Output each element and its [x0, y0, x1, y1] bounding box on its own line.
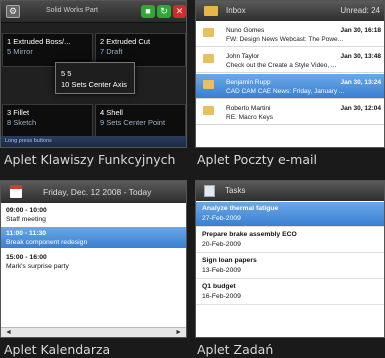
- key-number: 5: [7, 47, 12, 56]
- key-label: 5: [67, 69, 72, 78]
- mail-item-icon: [203, 54, 214, 63]
- calendar-caption: Aplet Kalendarza: [4, 342, 111, 357]
- task-name: Analyze thermal fatigue: [202, 205, 279, 212]
- function-keys-screen: ⚙ Solid Works Part ■ ↻ ✕ 1 Extruded Boss…: [0, 0, 187, 148]
- event-time: 11:00 - 11:30: [6, 230, 47, 237]
- tasks-title: Tasks: [225, 186, 246, 195]
- task-name: Sign loan papers: [202, 257, 257, 264]
- key-label: Sets Center Point: [106, 118, 166, 127]
- key-number: 9: [100, 118, 105, 127]
- key-label: Shell: [106, 108, 123, 117]
- function-key-4[interactable]: 4 Shell 9 Sets Center Point: [95, 104, 186, 137]
- tasks-header: Tasks: [196, 181, 384, 201]
- task-item[interactable]: Sign loan papers 13-Feb-2009: [196, 254, 384, 279]
- arrow-right-icon[interactable]: ►: [175, 329, 182, 336]
- mail-item-icon: [203, 106, 214, 115]
- mail-subject: CAD CAM CAE News: Friday, January ...: [226, 88, 345, 95]
- mail-date: Jan 30, 12:04: [340, 105, 381, 112]
- calendar-applet: Friday, Dec. 12 2008 - Today 09:00 - 10:…: [0, 180, 188, 358]
- key-number: 7: [100, 47, 105, 56]
- key-label: Sketch: [13, 118, 37, 127]
- calendar-event[interactable]: 15:00 - 16:00 Mark's surprise party: [1, 251, 186, 272]
- mail-row[interactable]: John Taylor Jan 30, 13:48 Check out the …: [196, 48, 384, 73]
- mail-date: Jan 30, 16:18: [340, 27, 381, 34]
- key-number: 4: [100, 108, 105, 117]
- mail-title: Inbox: [226, 6, 246, 15]
- function-keys-applet: ⚙ Solid Works Part ■ ↻ ✕ 1 Extruded Boss…: [0, 0, 188, 175]
- key-label: Mirror: [13, 47, 33, 56]
- mail-from: Nuno Gomes: [226, 27, 265, 34]
- envelope-icon: [204, 6, 218, 16]
- event-time: 15:00 - 16:00: [6, 254, 47, 261]
- key-number: 1: [7, 37, 12, 46]
- mail-caption: Aplet Poczty e-mail: [197, 152, 317, 167]
- calendar-screen: Friday, Dec. 12 2008 - Today 09:00 - 10:…: [0, 180, 187, 338]
- tasks-screen: Tasks Analyze thermal fatigue 27-Feb-200…: [195, 180, 385, 338]
- calendar-scrollbar[interactable]: ◄ ►: [1, 327, 186, 337]
- task-item-selected[interactable]: Analyze thermal fatigue 27-Feb-2009: [196, 202, 384, 227]
- function-keys-title: Solid Works Part: [46, 7, 98, 14]
- mail-row[interactable]: Nuno Gomes Jan 30, 16:18 FW: Design News…: [196, 22, 384, 47]
- mail-subject: Check out the Create a Style Video, ...: [226, 62, 337, 69]
- mail-from: John Taylor: [226, 53, 260, 60]
- task-date: 16-Feb-2009: [202, 293, 241, 300]
- calendar-icon: [10, 185, 22, 198]
- event-title: Mark's surprise party: [6, 263, 69, 270]
- key-number: 8: [7, 118, 12, 127]
- mail-subject: RE: Macro Keys: [226, 114, 273, 121]
- mail-screen: Inbox Unread: 24 Nuno Gomes Jan 30, 16:1…: [195, 0, 385, 148]
- calendar-title: Friday, Dec. 12 2008 - Today: [43, 187, 152, 197]
- tasks-applet: Tasks Analyze thermal fatigue 27-Feb-200…: [195, 180, 385, 358]
- event-title: Staff meeting: [6, 216, 46, 223]
- app-icon: ⚙: [6, 5, 20, 18]
- key-label: Sets Center Axis: [71, 80, 127, 89]
- function-keys-header: ⚙ Solid Works Part ■ ↻ ✕: [1, 1, 186, 23]
- function-keys-caption: Aplet Klawiszy Funkcyjnych: [4, 152, 176, 167]
- unread-count: Unread: 24: [340, 6, 380, 15]
- function-keys-footer: Long press buttons: [1, 136, 186, 147]
- key-label: Draft: [106, 47, 123, 56]
- key-label: Fillet: [13, 108, 30, 117]
- mail-item-icon: [203, 28, 214, 37]
- calendar-event-selected[interactable]: 11:00 - 11:30 Break component redesign: [1, 227, 186, 248]
- task-date: 27-Feb-2009: [202, 215, 241, 222]
- event-time: 09:00 - 10:00: [6, 207, 47, 214]
- mail-from: Roberto Martini: [226, 105, 271, 112]
- task-item[interactable]: Q1 budget 16-Feb-2009: [196, 280, 384, 305]
- mail-date: Jan 30, 13:48: [340, 53, 381, 60]
- mail-row[interactable]: Roberto Martini Jan 30, 12:04 RE: Macro …: [196, 100, 384, 125]
- key-number: 3: [7, 108, 12, 117]
- green-square-icon[interactable]: ■: [141, 5, 155, 18]
- calendar-header: Friday, Dec. 12 2008 - Today: [1, 181, 186, 203]
- key-label: Extruded Cut: [106, 37, 151, 46]
- long-press-overlay[interactable]: 5 5 10 Sets Center Axis: [55, 62, 135, 94]
- task-name: Prepare brake assembly ECO: [202, 231, 297, 238]
- red-close-icon[interactable]: ✕: [173, 5, 186, 18]
- task-date: 13-Feb-2009: [202, 267, 241, 274]
- task-name: Q1 budget: [202, 283, 236, 290]
- key-label: Extruded Boss/...: [13, 37, 71, 46]
- mail-from: Benjamin Rupp: [226, 79, 271, 86]
- key-number: 2: [100, 37, 105, 46]
- mail-applet: Inbox Unread: 24 Nuno Gomes Jan 30, 16:1…: [195, 0, 385, 175]
- tasks-caption: Aplet Zadań: [197, 342, 274, 357]
- key-number: 5: [61, 69, 66, 78]
- green-arrow-icon[interactable]: ↻: [157, 5, 171, 18]
- calendar-event[interactable]: 09:00 - 10:00 Staff meeting: [1, 204, 186, 225]
- key-number: 10: [61, 80, 70, 89]
- task-icon: [204, 185, 215, 197]
- arrow-left-icon[interactable]: ◄: [5, 329, 12, 336]
- function-key-3[interactable]: 3 Fillet 8 Sketch: [2, 104, 93, 137]
- task-item[interactable]: Prepare brake assembly ECO 20-Feb-2009: [196, 228, 384, 253]
- task-date: 20-Feb-2009: [202, 241, 241, 248]
- mail-subject: FW: Design News Webcast: The Powe...: [226, 36, 344, 43]
- mail-header: Inbox Unread: 24: [196, 1, 384, 21]
- mail-item-icon: [203, 80, 214, 89]
- event-title: Break component redesign: [6, 239, 88, 246]
- mail-date: Jan 30, 13:24: [340, 79, 381, 86]
- mail-row-selected[interactable]: Benjamin Rupp Jan 30, 13:24 CAD CAM CAE …: [196, 74, 384, 99]
